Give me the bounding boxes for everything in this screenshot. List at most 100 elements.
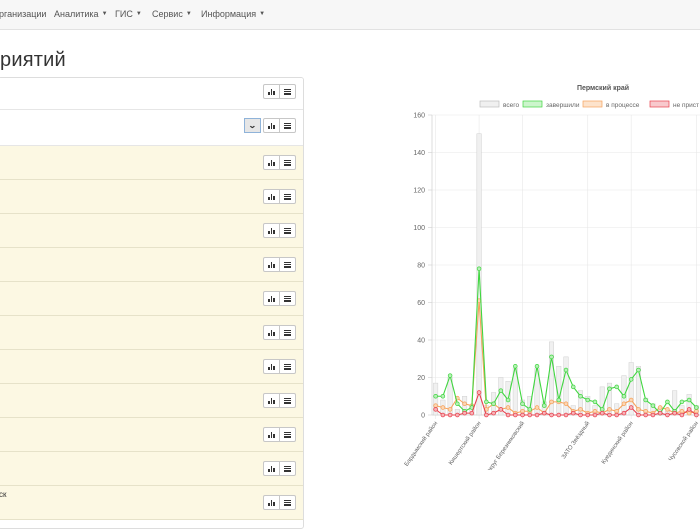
y-tick-label: 0 <box>421 413 425 420</box>
data-point <box>614 409 619 414</box>
show-list-button[interactable] <box>279 223 296 238</box>
show-list-button[interactable] <box>279 461 296 476</box>
data-point <box>614 412 619 418</box>
show-list-button[interactable] <box>279 257 296 272</box>
x-tick-label: Бардымский район <box>403 420 439 468</box>
nav-organizations-label: рганизации <box>0 9 47 19</box>
panel-header-row: ⌄ <box>0 110 303 146</box>
list-icon <box>284 193 291 200</box>
data-point <box>628 377 634 382</box>
data-point <box>621 394 627 399</box>
bar <box>563 356 569 416</box>
data-point <box>578 412 583 418</box>
show-list-button[interactable] <box>279 189 296 204</box>
data-point <box>570 384 576 390</box>
row-button-group <box>263 291 296 306</box>
data-point <box>694 409 699 414</box>
list-item <box>0 180 303 214</box>
show-list-button[interactable] <box>279 393 296 408</box>
chevron-down-icon: ⌄ <box>248 120 257 130</box>
legend-swatch <box>582 100 603 108</box>
legend-label: всего <box>503 102 519 109</box>
data-point <box>520 412 525 418</box>
list-icon <box>284 261 291 268</box>
show-chart-button[interactable] <box>263 223 280 238</box>
data-point <box>520 409 525 414</box>
list-icon <box>284 88 291 95</box>
data-point <box>534 412 540 418</box>
nav-gis[interactable]: ГИС ▼ <box>115 0 142 29</box>
data-point <box>440 412 446 418</box>
row-button-group <box>263 84 296 99</box>
show-list-button[interactable] <box>279 155 296 170</box>
show-list-button[interactable] <box>279 495 296 510</box>
list-icon <box>284 499 291 506</box>
list-item <box>0 146 303 180</box>
data-point <box>542 410 547 416</box>
list-icon <box>284 159 291 166</box>
data-point <box>650 412 656 418</box>
show-list-button[interactable] <box>279 325 296 340</box>
row-button-group <box>263 325 296 340</box>
data-point <box>643 412 648 418</box>
data-point <box>476 390 482 395</box>
row-button-group <box>263 155 296 170</box>
show-chart-button[interactable] <box>263 325 280 340</box>
list-icon <box>284 465 291 472</box>
list-item <box>0 214 303 248</box>
bar-chart-icon <box>268 295 275 302</box>
show-list-button[interactable] <box>279 291 296 306</box>
nav-service[interactable]: Сервис ▼ <box>152 0 192 29</box>
legend-label: в процессе <box>606 102 640 109</box>
show-chart-button[interactable] <box>263 189 280 204</box>
show-list-button[interactable] <box>279 118 296 133</box>
data-point <box>440 394 446 399</box>
data-point <box>665 399 670 405</box>
show-chart-button[interactable] <box>263 257 280 272</box>
caret-down-icon: ▼ <box>135 11 142 18</box>
show-chart-button[interactable] <box>263 495 280 510</box>
nav-information[interactable]: Информация ▼ <box>201 0 265 29</box>
data-point <box>563 401 569 407</box>
y-tick-label: 100 <box>413 225 425 232</box>
show-list-button[interactable] <box>279 84 296 99</box>
legend-label: не прист <box>673 102 699 109</box>
nav-gis-label: ГИС <box>115 9 133 19</box>
data-point <box>570 410 576 416</box>
show-chart-button[interactable] <box>263 461 280 476</box>
show-chart-button[interactable] <box>263 359 280 374</box>
data-point <box>636 407 641 412</box>
data-point <box>556 412 562 418</box>
nav-analytics-label: Аналитика <box>54 9 99 19</box>
expand-toggle-button[interactable]: ⌄ <box>244 118 261 133</box>
nav-information-label: Информация <box>201 9 257 19</box>
data-point <box>621 410 627 416</box>
data-point <box>679 412 685 418</box>
data-point <box>484 399 489 405</box>
nav-analytics[interactable]: Аналитика ▼ <box>54 0 108 29</box>
nav-organizations[interactable]: рганизации <box>0 0 46 29</box>
data-point <box>527 407 533 412</box>
data-point <box>585 412 590 418</box>
show-chart-button[interactable] <box>263 291 280 306</box>
show-list-button[interactable] <box>279 427 296 442</box>
legend-label: завершили <box>546 102 580 109</box>
bar-chart-icon <box>268 465 275 472</box>
show-chart-button[interactable] <box>263 118 280 133</box>
show-chart-button[interactable] <box>263 84 280 99</box>
show-list-button[interactable] <box>279 359 296 374</box>
data-point <box>599 410 605 416</box>
list-icon <box>284 431 291 438</box>
row-button-group <box>263 257 296 272</box>
row-button-group <box>263 427 296 442</box>
x-tick-label: Чусовской район <box>667 420 700 463</box>
show-chart-button[interactable] <box>263 393 280 408</box>
data-point <box>433 394 438 399</box>
show-chart-button[interactable] <box>263 427 280 442</box>
data-point <box>527 412 533 418</box>
legend-swatch <box>649 100 670 108</box>
show-chart-button[interactable] <box>263 155 280 170</box>
data-point <box>513 412 518 418</box>
list-item <box>0 418 303 452</box>
data-point <box>607 407 612 412</box>
